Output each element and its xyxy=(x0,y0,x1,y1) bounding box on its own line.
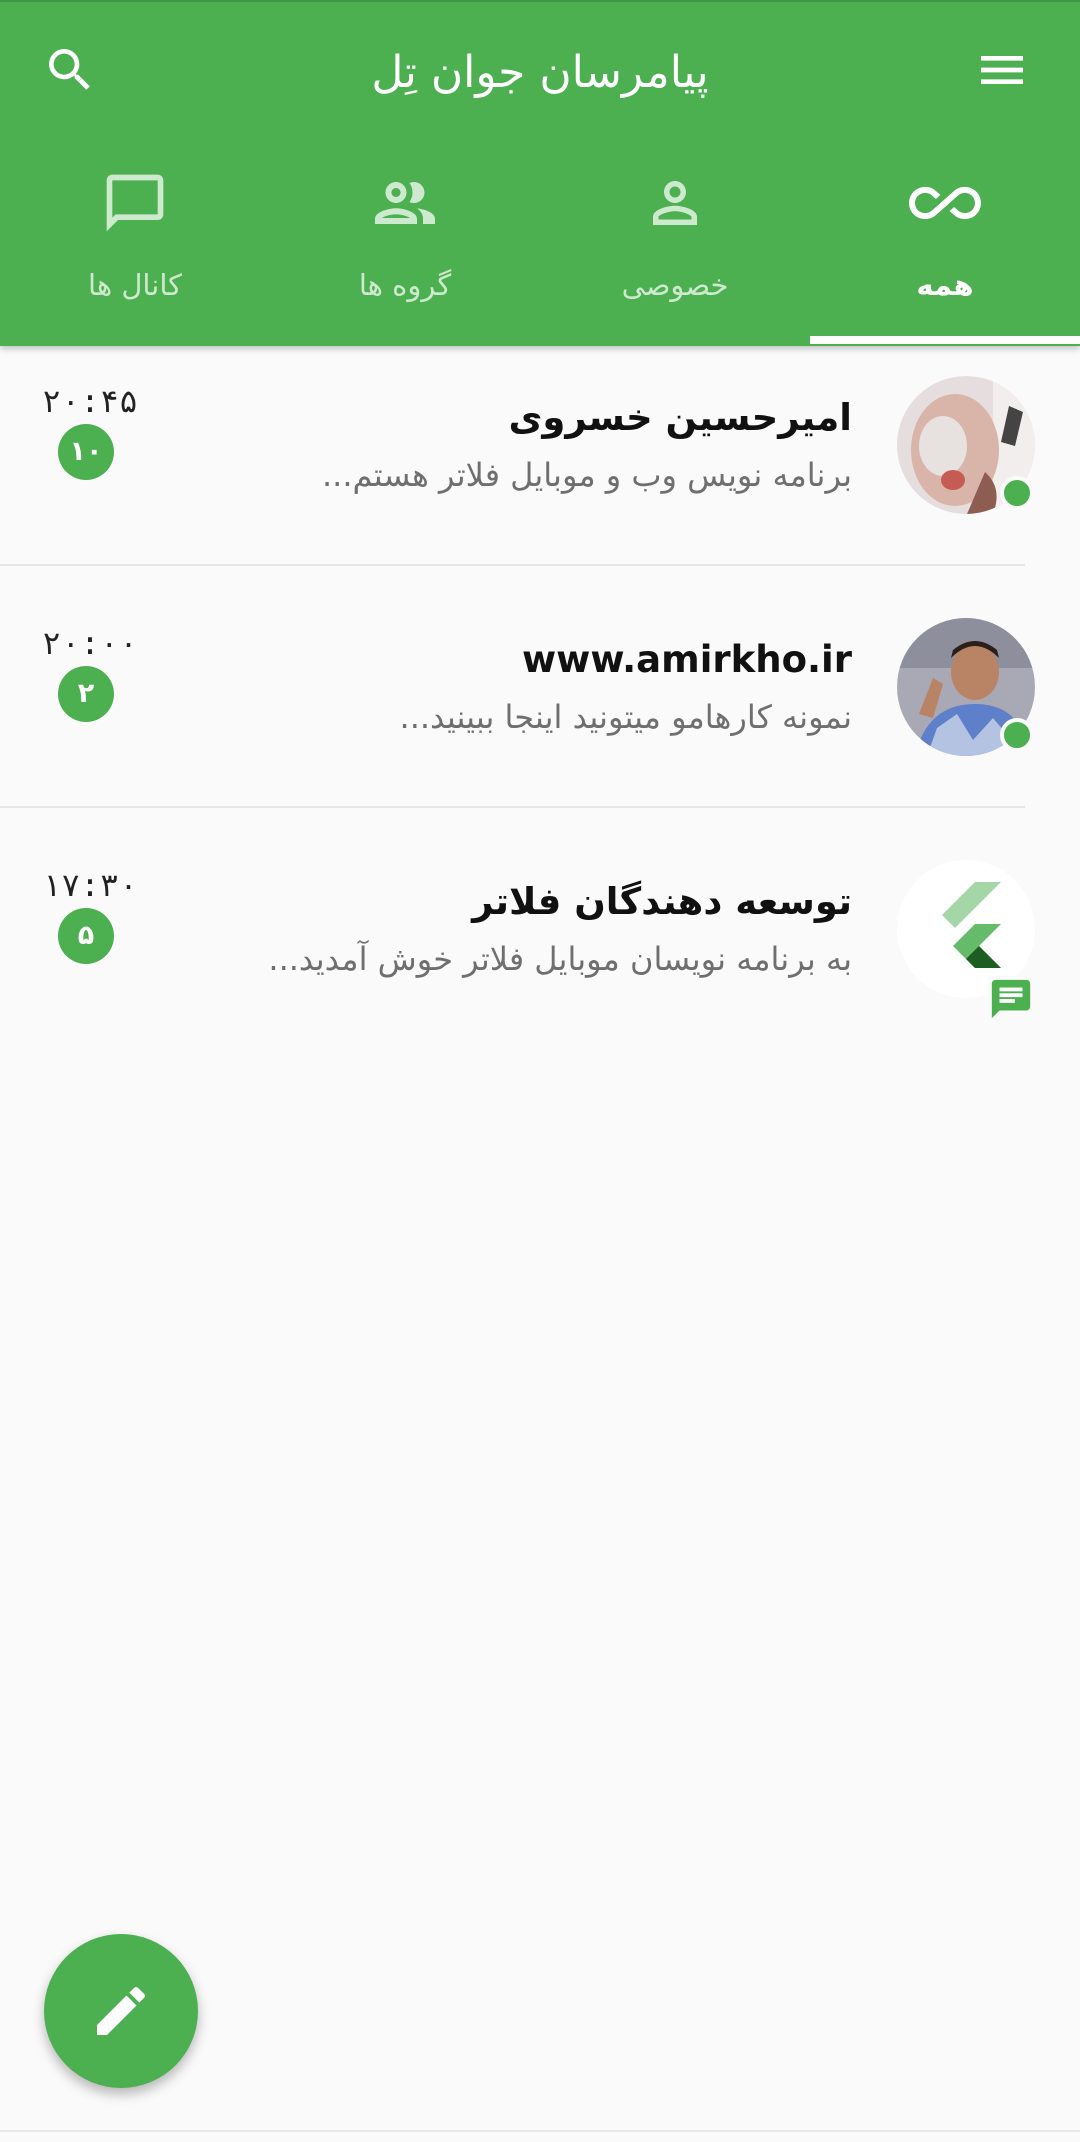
online-indicator xyxy=(1000,476,1034,510)
menu-button[interactable] xyxy=(962,30,1042,110)
tab-all[interactable]: همه xyxy=(810,150,1080,346)
tab-channels[interactable]: کانال ها xyxy=(0,150,270,346)
bottom-divider xyxy=(0,2130,1080,2132)
chat-item[interactable]: امیرحسین خسروی برنامه نویس وب و موبایل ف… xyxy=(0,346,1080,588)
chat-item[interactable]: www.amirkho.ir نمونه کارهامو میتونید این… xyxy=(0,588,1080,830)
menu-icon xyxy=(981,56,1023,84)
chat-preview: نمونه کارهامو میتونید اینجا ببینید... xyxy=(399,698,852,736)
tab-label: گروه ها xyxy=(358,268,452,302)
infinity-icon xyxy=(905,168,985,238)
chat-time: ۲۰:۰۰ xyxy=(41,624,139,662)
divider xyxy=(0,564,1025,566)
chat-time: ۲۰:۴۵ xyxy=(41,382,139,420)
search-button[interactable] xyxy=(30,30,110,110)
tab-groups[interactable]: گروه ها xyxy=(270,150,540,346)
chat-time: ۱۷:۳۰ xyxy=(41,866,139,904)
tab-label: خصوصی xyxy=(621,268,729,302)
compose-button[interactable] xyxy=(44,1934,198,2088)
tab-label: کانال ها xyxy=(88,268,182,302)
tab-indicator xyxy=(810,336,1080,344)
pencil-icon xyxy=(97,1986,146,2035)
group-icon xyxy=(365,168,445,238)
chat-name: امیرحسین خسروی xyxy=(508,396,852,439)
online-indicator xyxy=(1000,718,1034,752)
search-icon xyxy=(49,49,90,90)
unread-badge: ۱۰ xyxy=(58,424,114,480)
app-title: پیامرسان جوان تِل xyxy=(371,47,709,98)
tab-bar: کانال ها گروه ها خصوصی همه xyxy=(0,150,1080,346)
chat-preview: برنامه نویس وب و موبایل فلاتر هستم... xyxy=(321,456,852,494)
unread-badge: ۲ xyxy=(58,666,114,722)
tab-label: همه xyxy=(916,268,974,302)
tab-private[interactable]: خصوصی xyxy=(540,150,810,346)
chat-bubble-icon xyxy=(95,168,175,238)
chat-name: www.amirkho.ir xyxy=(521,638,852,681)
divider xyxy=(0,806,1025,808)
chat-preview: به برنامه نویسان موبایل فلاتر خوش آمدید.… xyxy=(268,940,852,978)
channel-badge-icon xyxy=(988,976,1034,1026)
chat-name: توسعه دهندگان فلاتر xyxy=(472,880,852,923)
person-icon xyxy=(635,168,715,238)
unread-badge: ۵ xyxy=(58,908,114,964)
status-line xyxy=(0,0,1080,2)
app-bar: پیامرسان جوان تِل کانال ها گروه ها خصوصی… xyxy=(0,0,1080,346)
chat-item[interactable]: توسعه دهندگان فلاتر به برنامه نویسان موب… xyxy=(0,830,1080,1072)
